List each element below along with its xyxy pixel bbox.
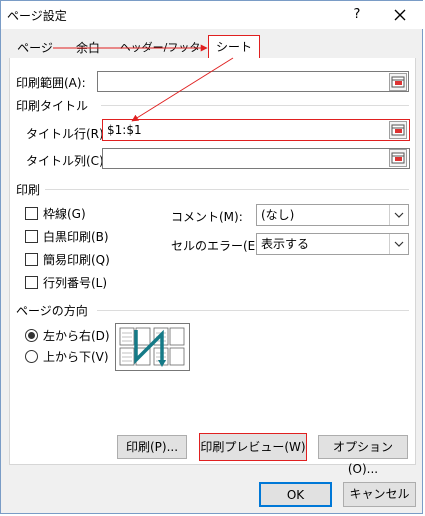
page-setup-dialog: ページ設定 ? ページ 余白 ヘッダー/フッター シート 印刷範囲(A): 印刷… bbox=[0, 0, 424, 514]
annotation-arrow-title-rows bbox=[131, 57, 234, 122]
annotation-overlay bbox=[53, 44, 234, 122]
